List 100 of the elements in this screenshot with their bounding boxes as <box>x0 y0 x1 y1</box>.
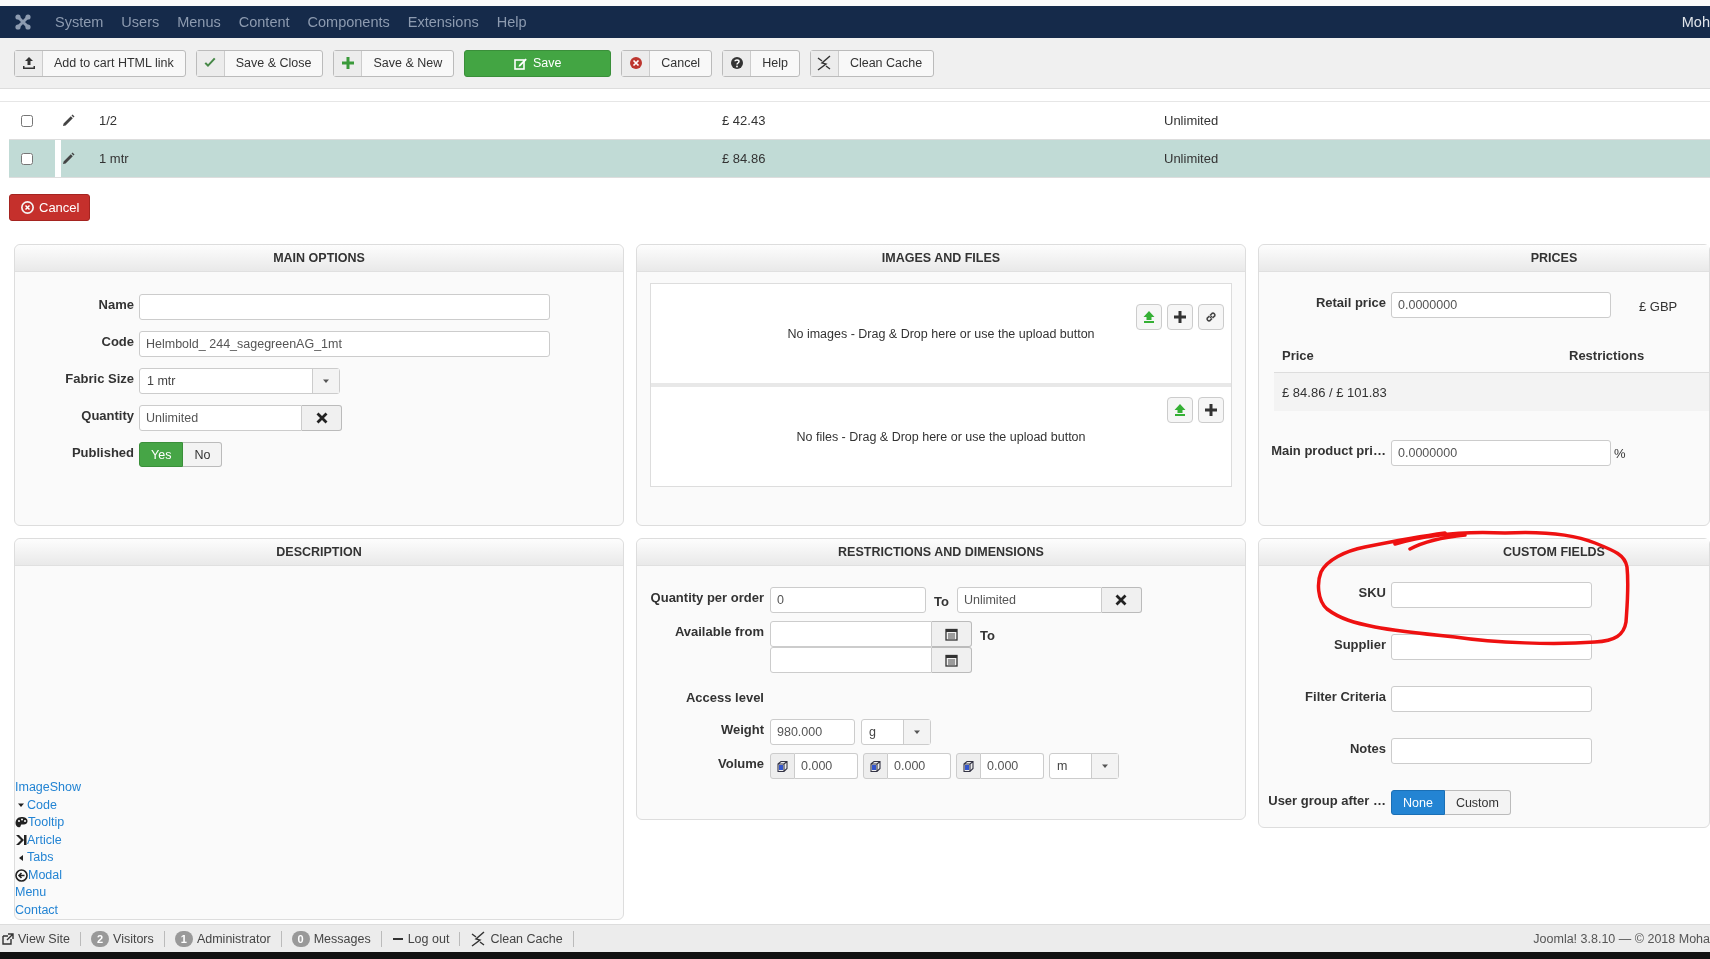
input-field[interactable] <box>770 621 932 647</box>
cancel-button[interactable]: Cancel <box>9 194 91 221</box>
input-field[interactable]: 0 <box>770 587 926 613</box>
drop-zone-text: No images - Drag & Drop here or use the upload button <box>787 326 1095 341</box>
toggle-option[interactable]: None <box>1391 790 1445 815</box>
status-link[interactable]: Administrator <box>196 931 271 946</box>
plus-icon <box>1173 310 1187 324</box>
count-badge: 1 <box>174 930 193 947</box>
pencil-icon[interactable] <box>61 113 75 128</box>
help-icon <box>729 56 744 70</box>
link[interactable]: ImageShow <box>15 779 81 797</box>
input-field[interactable] <box>1391 738 1592 764</box>
toolbar-button[interactable]: Clean Cache <box>809 49 935 77</box>
status-link[interactable]: Log out <box>407 931 450 946</box>
table-cell: £ 84.86 / £ 101.83 <box>1282 384 1387 400</box>
menu-item[interactable]: Help <box>487 14 536 30</box>
toolbar-button[interactable]: Add to cart HTML link <box>14 49 186 77</box>
menu-item[interactable]: Extensions <box>398 14 488 30</box>
table-cell: Unlimited <box>1164 140 1710 177</box>
calendar-button[interactable] <box>932 621 972 647</box>
field-label: Main product pri… <box>1270 442 1387 458</box>
edit-icon <box>514 56 527 70</box>
field-label: Retail price <box>1314 294 1387 310</box>
field-label: Quantity <box>80 407 135 423</box>
dropdown[interactable]: g <box>861 719 931 745</box>
field-label: Weight <box>719 721 765 737</box>
dropdown[interactable]: m <box>1049 753 1119 779</box>
menu-item[interactable]: Menus <box>168 14 230 30</box>
input-field[interactable]: Unlimited <box>956 587 1102 613</box>
close-icon <box>1114 593 1129 607</box>
status-link[interactable]: Visitors <box>113 931 154 946</box>
icon-button[interactable] <box>1167 304 1193 330</box>
status-link[interactable]: View Site <box>18 931 70 946</box>
toolbar-button[interactable]: Save & Close <box>195 49 324 77</box>
count-badge: 0 <box>291 930 310 947</box>
field-label: Supplier <box>1333 636 1387 652</box>
input-field[interactable] <box>770 647 932 673</box>
input-field[interactable] <box>139 294 550 320</box>
toolbar-button[interactable]: Help <box>722 49 800 77</box>
count-badge: 2 <box>90 930 109 947</box>
status-link[interactable]: Clean Cache <box>490 931 563 946</box>
panel-title: PRICES <box>1259 245 1709 272</box>
input-field[interactable]: Helmbold_ 244_sagegreenAG_1mt <box>139 331 550 357</box>
link[interactable]: Modal <box>28 866 63 884</box>
panel-title: RESTRICTIONS AND DIMENSIONS <box>637 539 1245 566</box>
input-field[interactable]: 0.000 <box>795 753 858 779</box>
input-field[interactable]: 0.0000000 <box>1391 292 1611 318</box>
clear-button[interactable] <box>302 405 342 431</box>
input-field[interactable]: 980.000 <box>770 719 855 745</box>
version-text: Joomla! 3.8.10 — © 2018 Moha <box>1533 931 1710 946</box>
menu-item[interactable]: System <box>46 14 113 30</box>
cube-icon <box>776 759 789 773</box>
link[interactable]: Tooltip <box>28 814 65 832</box>
field-label: Notes <box>1348 740 1387 756</box>
input-field[interactable]: Unlimited <box>139 405 302 431</box>
checkbox[interactable] <box>21 152 33 165</box>
toggle-option[interactable]: Custom <box>1444 790 1511 815</box>
input-field[interactable]: 0.000 <box>981 753 1044 779</box>
calendar-button[interactable] <box>932 647 972 673</box>
external-link-icon <box>2 932 14 945</box>
upload-icon <box>21 56 36 70</box>
toggle-option[interactable]: No <box>183 442 223 467</box>
input-field[interactable] <box>1391 582 1592 608</box>
field-label: Name <box>97 296 135 312</box>
menu-item[interactable]: Content <box>229 14 299 30</box>
column-header: Price <box>1281 347 1315 363</box>
pencil-icon[interactable] <box>61 151 75 166</box>
icon-button[interactable] <box>1198 397 1224 423</box>
table-cell-text: Unlimited <box>1164 112 1220 130</box>
menu-item[interactable]: Users <box>112 14 169 30</box>
input-field[interactable]: 0.000 <box>888 753 951 779</box>
field-label: SKU <box>1357 584 1387 600</box>
upload-icon <box>1142 310 1156 324</box>
clear-button[interactable] <box>1101 587 1142 613</box>
input-field[interactable]: 0.0000000 <box>1391 440 1611 466</box>
panel-title: IMAGES AND FILES <box>637 245 1245 272</box>
link[interactable]: Tabs <box>27 849 54 867</box>
link[interactable]: Article <box>27 831 62 849</box>
icon-button[interactable] <box>1198 304 1224 330</box>
field-label: Code <box>100 333 135 349</box>
cube-icon <box>869 759 882 773</box>
user-menu[interactable]: Moh <box>1681 14 1710 30</box>
link[interactable]: Code <box>27 796 57 814</box>
checkbox[interactable] <box>21 114 33 127</box>
cancel-icon <box>628 56 643 70</box>
toolbar-button[interactable]: Cancel <box>621 49 713 77</box>
dropdown[interactable]: 1 mtr <box>139 368 340 394</box>
toolbar-button[interactable]: Save & New <box>333 49 455 77</box>
status-link[interactable]: Messages <box>313 931 371 946</box>
caret-icon <box>1101 762 1109 770</box>
currency-label: £ GBP <box>1638 298 1678 314</box>
link[interactable]: Menu <box>15 884 47 902</box>
caret-icon <box>17 853 25 862</box>
input-field[interactable] <box>1391 686 1592 712</box>
caret-icon <box>322 377 330 385</box>
drop-zone-text: No files - Drag & Drop here or use the upload button <box>796 429 1086 444</box>
calendar-icon <box>945 653 958 667</box>
link[interactable]: Contact <box>15 901 59 919</box>
menu-item[interactable]: Components <box>298 14 399 30</box>
field-label: Quantity per order <box>649 589 765 605</box>
